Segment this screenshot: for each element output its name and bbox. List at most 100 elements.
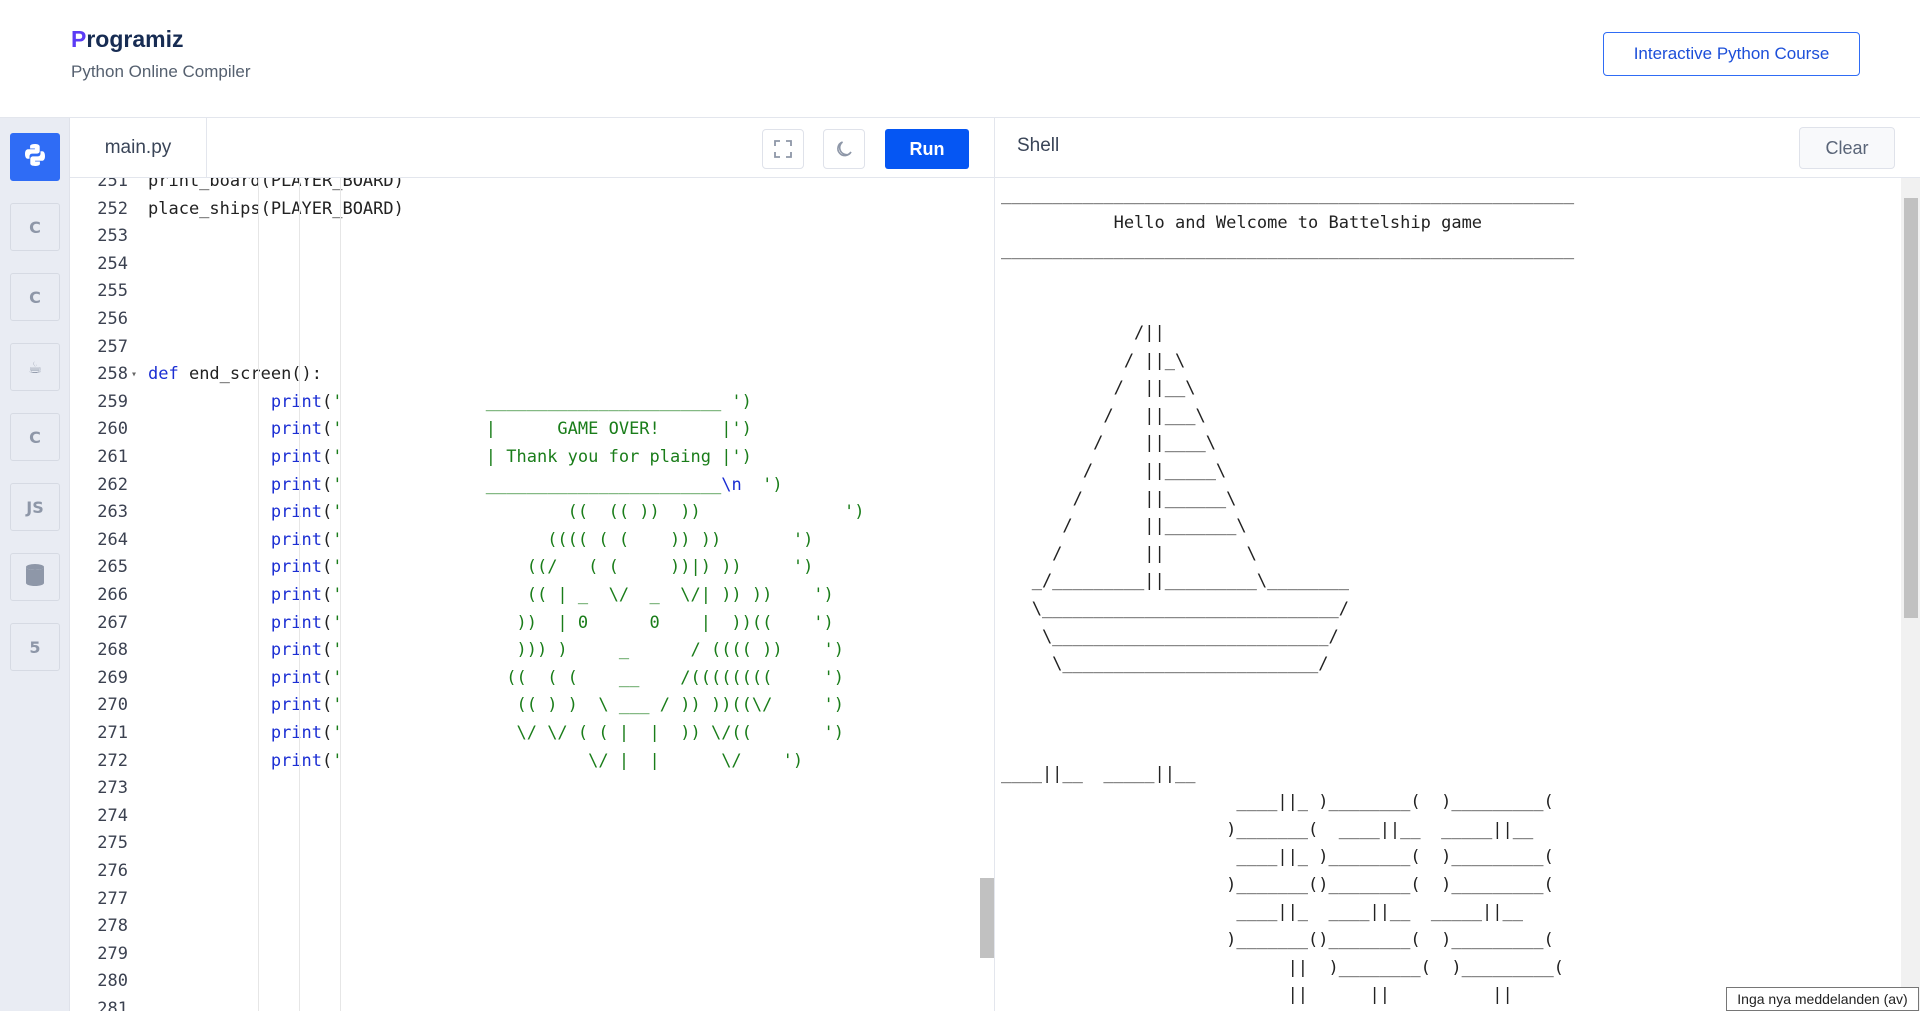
code-line[interactable]: 256 (70, 306, 975, 334)
line-number: 256 (97, 309, 128, 329)
code-line[interactable]: 278 (70, 913, 975, 941)
code-line[interactable]: 254 (70, 251, 975, 279)
notification-tooltip: Inga nya meddelanden (av) (1726, 987, 1919, 1011)
line-number: 255 (97, 281, 128, 302)
code-line[interactable]: 253 (70, 223, 975, 251)
code-line[interactable]: 276 (70, 858, 975, 886)
code-line[interactable]: 279 (70, 941, 975, 969)
c-lang-button[interactable]: C (10, 203, 60, 251)
fullscreen-icon (774, 140, 792, 158)
page-subtitle: Python Online Compiler (71, 62, 251, 81)
line-number: 265 (97, 557, 128, 578)
code-line[interactable]: 265 print(' ((/ ( ( ))|) )) ') (70, 554, 975, 582)
line-number: 270 (97, 695, 128, 716)
java-lang-button[interactable]: ☕ (10, 343, 60, 391)
fold-arrow-icon[interactable]: ▾ (131, 361, 137, 389)
code-line[interactable]: 252 place_ships(PLAYER_BOARD) (70, 196, 975, 224)
indent-guide (258, 178, 259, 1011)
python-lang-icon (22, 142, 48, 172)
language-sidebar: C C ☕ C JS 5 (0, 118, 70, 1011)
line-number: 261 (97, 447, 128, 467)
editor-scrollbar[interactable] (976, 178, 994, 1011)
code-line[interactable]: 267 print(' )) | 0 0 | ))(( ') (70, 610, 975, 638)
line-number: 263 (97, 502, 128, 523)
code-line[interactable]: 260 print(' | GAME OVER! |') (70, 416, 975, 444)
line-number: 264 (97, 529, 128, 550)
code-text: print(' | Thank you for plaing |') (270, 447, 752, 467)
line-number: 272 (97, 750, 128, 771)
code-line[interactable]: 264 print(' (((( ( ( )) )) ') (70, 527, 975, 555)
c-lang-icon: C (29, 217, 41, 237)
line-number: 259 (97, 391, 128, 412)
shell-scrollbar[interactable] (1901, 178, 1920, 1011)
code-text: print(' (( ( ( __ /(((((((( ') (270, 667, 845, 688)
sql-lang-button[interactable] (10, 553, 60, 601)
code-line[interactable]: 262 print(' _______________________\n ') (70, 472, 975, 500)
editor-scrollbar-thumb[interactable] (980, 878, 994, 958)
code-line[interactable]: 268 print(' ))) ) _ / (((( )) ') (70, 637, 975, 665)
code-line[interactable]: 255 (70, 278, 975, 306)
code-text: print(' _______________________ ') (270, 391, 752, 412)
moon-icon (837, 141, 852, 157)
code-line[interactable]: 259 print(' _______________________ ') (70, 389, 975, 417)
code-line[interactable]: 271 print(' \/ \/ ( ( | | )) \/(( ') (70, 720, 975, 748)
code-text: print(' ((/ ( ( ))|) )) ') (270, 557, 814, 578)
sql-lang-icon (24, 563, 46, 591)
line-number: 258 (97, 364, 128, 385)
code-line[interactable]: 261 print(' | Thank you for plaing |') (70, 444, 975, 472)
line-number: 276 (97, 861, 128, 881)
line-number: 267 (97, 612, 128, 633)
editor-toolbar: main.py Run (70, 118, 994, 178)
code-line[interactable]: 277 (70, 886, 975, 914)
js-lang-icon: JS (26, 497, 44, 517)
indent-guide (299, 178, 300, 1011)
line-number: 269 (97, 667, 128, 688)
shell-title: Shell (1017, 135, 1060, 156)
code-line[interactable]: 269 print(' (( ( ( __ /(((((((( ') (70, 665, 975, 693)
line-number: 257 (97, 336, 128, 357)
code-line[interactable]: 275 (70, 830, 975, 858)
fullscreen-button[interactable] (762, 129, 804, 169)
top-header: Programiz Python Online Compiler Interac… (0, 0, 1920, 118)
code-line[interactable]: 281 (70, 996, 975, 1011)
code-line[interactable]: 272 print(' \/ | | \/ ') (70, 748, 975, 776)
run-button[interactable]: Run (885, 129, 969, 169)
cpp-lang-button[interactable]: C (10, 273, 60, 321)
line-number: 266 (97, 585, 128, 605)
code-text: print(' _______________________\n ') (270, 474, 783, 495)
html-lang-icon: 5 (29, 637, 41, 657)
code-line[interactable]: 273 (70, 775, 975, 803)
shell-scrollbar-thumb[interactable] (1904, 198, 1918, 618)
line-number: 260 (97, 419, 128, 440)
line-number: 277 (97, 888, 128, 909)
html-lang-button[interactable]: 5 (10, 623, 60, 671)
shell-output[interactable]: ________________________________________… (1001, 182, 1891, 1007)
csharp-lang-icon: C (29, 427, 41, 447)
code-line[interactable]: 258 ▾ def end_screen(): (70, 361, 975, 389)
code-line[interactable]: 280 (70, 968, 975, 996)
line-number: 281 (97, 999, 128, 1011)
code-text: print(' ))) ) _ / (((( )) ') (270, 640, 845, 661)
code-line[interactable]: 266 print(' (( | _ \/ _ \/| )) )) ') (70, 582, 975, 610)
csharp-lang-button[interactable]: C (10, 413, 60, 461)
code-line[interactable]: 263 print(' (( (( )) )) ') (70, 499, 975, 527)
line-number: 275 (97, 833, 128, 854)
code-line[interactable]: 257 (70, 334, 975, 362)
clear-button[interactable]: Clear (1799, 127, 1895, 169)
line-number: 268 (97, 640, 128, 661)
python-lang-button[interactable] (10, 133, 60, 181)
cpp-lang-icon: C (29, 287, 41, 307)
line-number: 251 (97, 178, 128, 191)
code-area[interactable]: 251 print_board(PLAYER_BOARD) 252 place_shi… (70, 178, 975, 1011)
programiz-logo[interactable]: Programiz (71, 26, 183, 53)
shell-header: Shell Clear (995, 118, 1920, 178)
line-number: 280 (97, 971, 128, 992)
file-tab-main-py[interactable]: main.py (70, 118, 207, 178)
code-line[interactable]: 270 print(' (( ) ) \ ___ / )) ))((\/ ') (70, 692, 975, 720)
code-line[interactable]: 274 (70, 803, 975, 831)
dark-mode-button[interactable] (823, 129, 865, 169)
interactive-course-button[interactable]: Interactive Python Course (1603, 32, 1860, 76)
code-editor-panel: main.py Run 251 print_board(PLAYER_BOARD)… (70, 118, 994, 1011)
js-lang-button[interactable]: JS (10, 483, 60, 531)
code-line[interactable]: 251 print_board(PLAYER_BOARD) (70, 178, 975, 196)
